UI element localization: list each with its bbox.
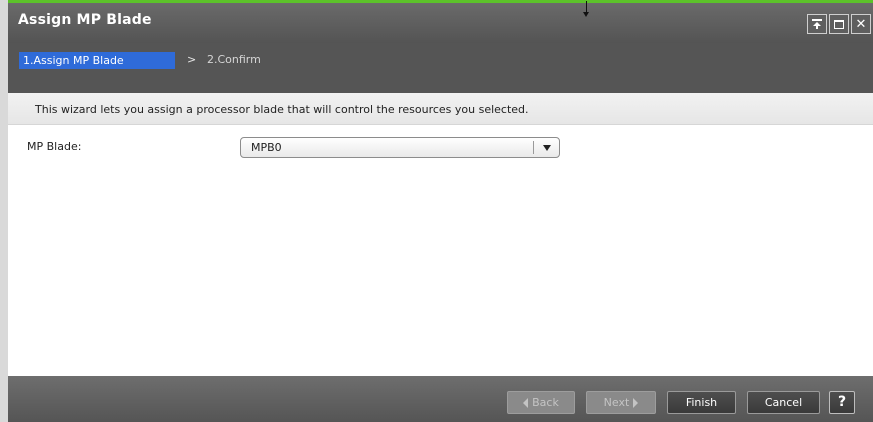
window-title: Assign MP Blade	[18, 12, 152, 28]
footer-bar: Back Next Finish Cancel ?	[8, 376, 873, 422]
wizard-description: This wizard lets you assign a processor …	[35, 103, 529, 116]
arrow-left-icon	[523, 398, 529, 408]
chevron-down-icon[interactable]	[543, 145, 551, 151]
step-assign-mp-blade: 1.Assign MP Blade	[19, 52, 175, 69]
mp-blade-value: MPB0	[251, 141, 282, 154]
pin-icon	[812, 19, 822, 29]
maximize-button[interactable]	[829, 14, 849, 34]
select-divider	[533, 141, 534, 154]
step-separator: >	[187, 53, 197, 66]
window-titlebar: Assign MP Blade ✕	[8, 3, 873, 43]
window-controls: ✕	[807, 14, 871, 34]
back-label: Back	[532, 396, 559, 409]
down-arrow-icon	[583, 1, 589, 17]
content-area	[8, 125, 873, 376]
help-button[interactable]: ?	[829, 391, 855, 414]
mp-blade-label: MP Blade:	[27, 140, 82, 153]
left-edge	[0, 0, 8, 422]
description-bar: This wizard lets you assign a processor …	[8, 93, 873, 125]
maximize-icon	[834, 19, 844, 29]
arrow-right-icon	[633, 398, 639, 408]
back-button[interactable]: Back	[507, 391, 575, 414]
cancel-button[interactable]: Cancel	[747, 391, 820, 414]
finish-button[interactable]: Finish	[667, 391, 736, 414]
mp-blade-select[interactable]: MPB0	[240, 137, 560, 158]
next-label: Next	[603, 396, 630, 409]
pin-button[interactable]	[807, 14, 827, 34]
close-icon: ✕	[855, 16, 867, 32]
wizard-steps: 1.Assign MP Blade > 2.Confirm	[8, 43, 873, 93]
next-button[interactable]: Next	[586, 391, 656, 414]
step-confirm: 2.Confirm	[207, 53, 261, 66]
close-button[interactable]: ✕	[851, 14, 871, 34]
